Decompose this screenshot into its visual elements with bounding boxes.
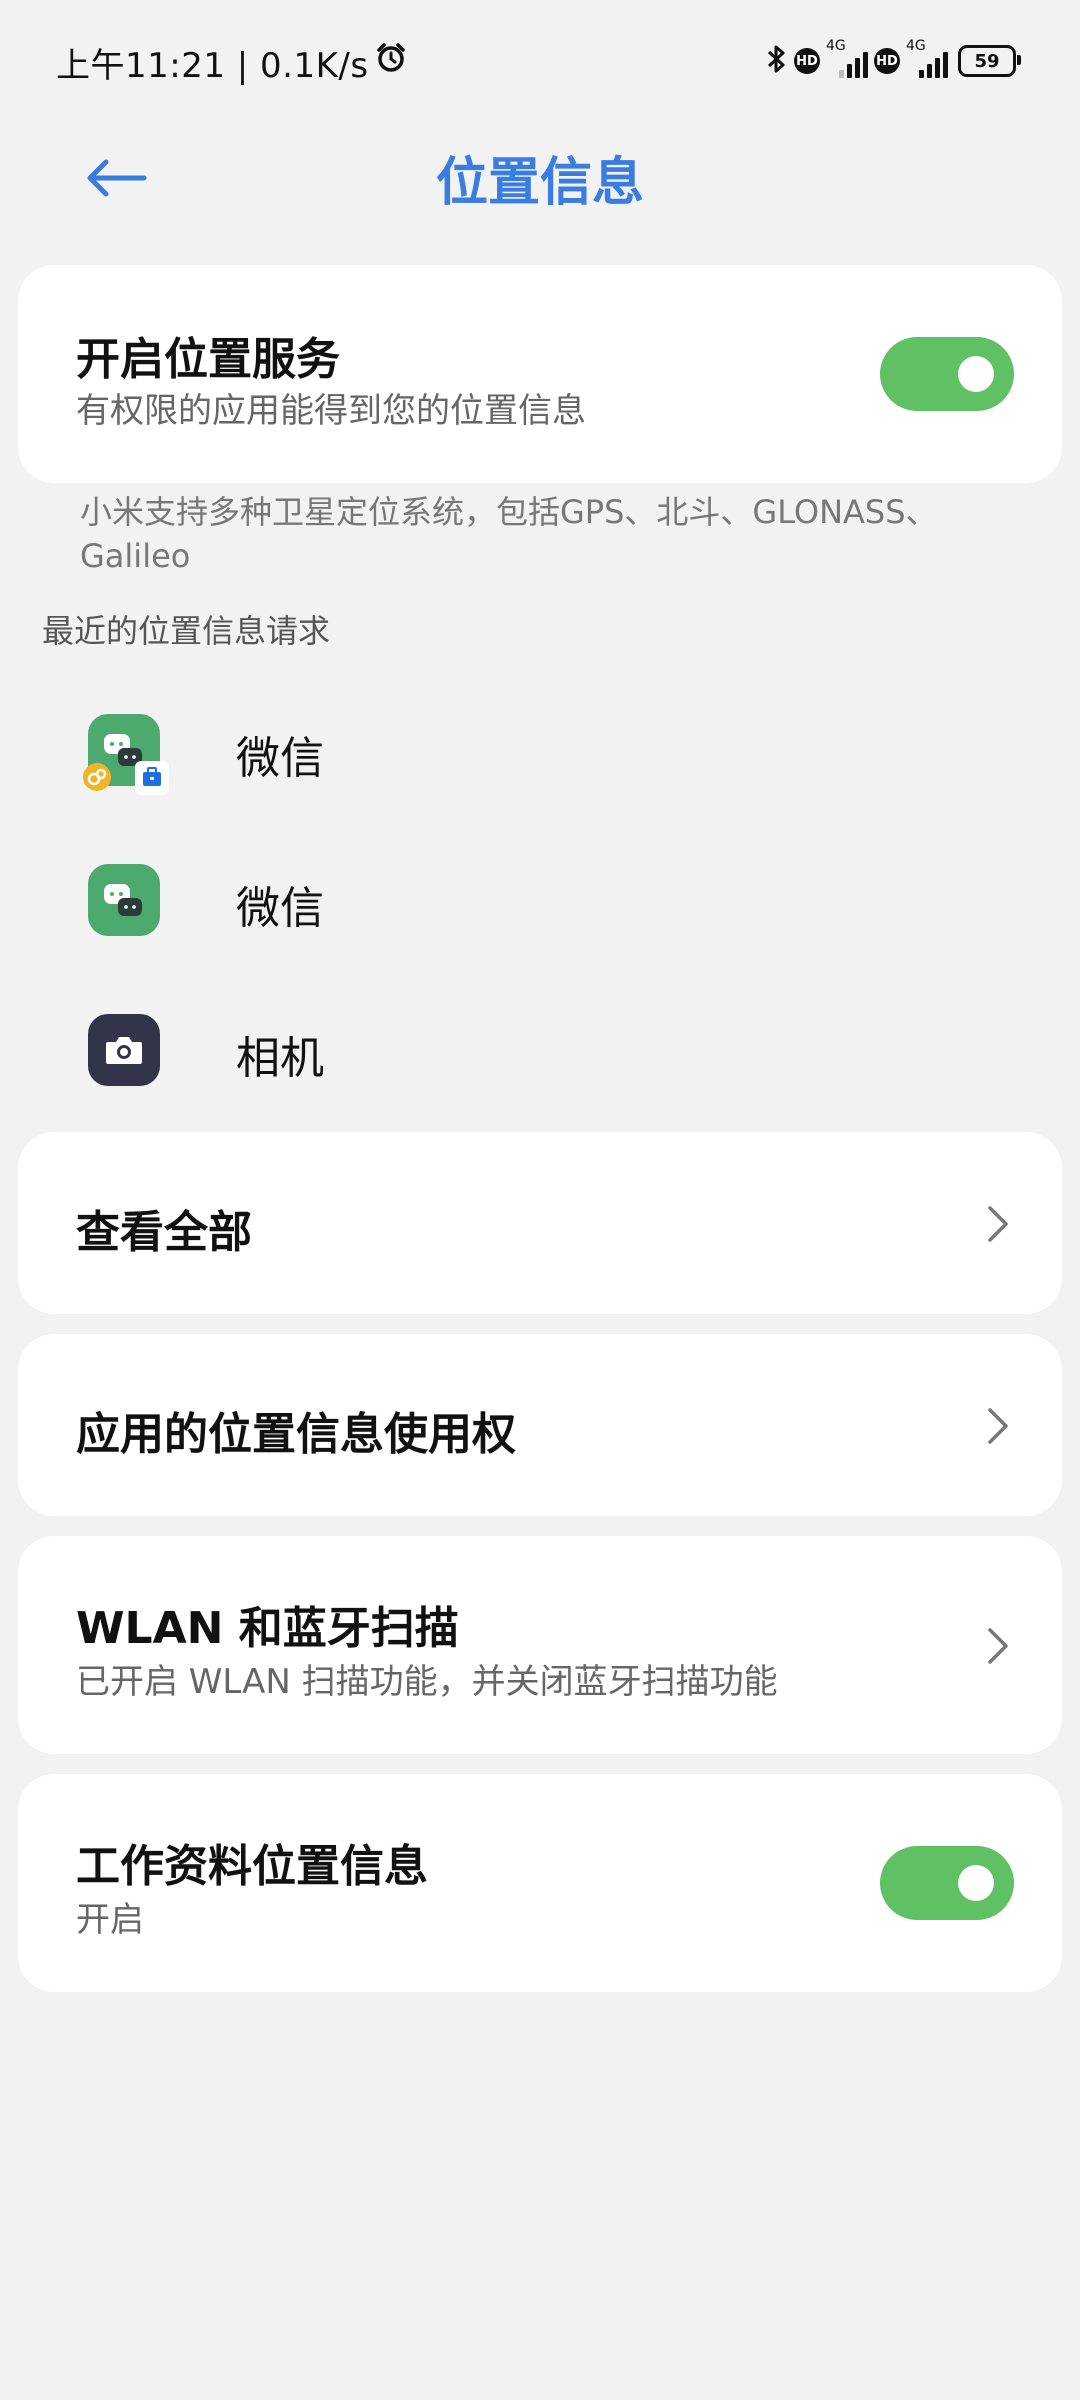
recent-requests-label: 最近的位置信息请求 [42, 612, 331, 650]
page-title: 位置信息 [435, 153, 644, 213]
work-profile-location-subtitle: 开启 [76, 1900, 144, 1940]
recent-app-row[interactable]: 相机 [0, 976, 1080, 1126]
wlan-bluetooth-scan-card[interactable]: WLAN 和蓝牙扫描 已开启 WLAN 扫描功能，并关闭蓝牙扫描功能 [18, 1536, 1062, 1754]
recent-app-row[interactable]: 微信 [0, 676, 1080, 826]
recent-app-row[interactable]: 微信 [0, 826, 1080, 976]
signal-4g-icon-1: 4G [826, 38, 868, 78]
alarm-icon [375, 42, 407, 83]
wechat-work-icon [83, 714, 169, 795]
toggle-knob [958, 356, 994, 392]
status-right: HD 4G HD 4G 59 [766, 38, 1021, 78]
location-service-title: 开启位置服务 [76, 334, 340, 385]
work-profile-location-toggle[interactable] [880, 1846, 1014, 1920]
location-service-subtitle: 有权限的应用能得到您的位置信息 [76, 391, 586, 431]
hd-icon: HD [794, 48, 820, 74]
work-profile-location-title: 工作资料位置信息 [76, 1841, 428, 1892]
work-profile-location-card[interactable]: 工作资料位置信息 开启 [18, 1774, 1062, 1992]
location-service-toggle[interactable] [880, 337, 1014, 411]
status-time-speed: 上午11:21 | 0.1K/s [56, 46, 369, 86]
view-all-card[interactable]: 查看全部 [18, 1132, 1062, 1314]
wlan-bluetooth-scan-title: WLAN 和蓝牙扫描 [76, 1603, 459, 1654]
camera-icon [88, 1014, 160, 1086]
view-all-title: 查看全部 [76, 1207, 252, 1258]
status-bar: 上午11:21 | 0.1K/s HD 4G HD 4G 59 [0, 0, 1080, 128]
app-name: 微信 [236, 733, 324, 784]
app-location-permissions-card[interactable]: 应用的位置信息使用权 [18, 1334, 1062, 1516]
hd-icon: HD [874, 48, 900, 74]
wlan-bluetooth-scan-subtitle: 已开启 WLAN 扫描功能，并关闭蓝牙扫描功能 [76, 1662, 778, 1702]
app-name: 微信 [236, 883, 324, 934]
chevron-right-icon [988, 1408, 1008, 1444]
status-left: 上午11:21 | 0.1K/s [56, 38, 407, 87]
app-name: 相机 [236, 1033, 324, 1084]
chevron-right-icon [988, 1206, 1008, 1242]
location-service-card[interactable]: 开启位置服务 有权限的应用能得到您的位置信息 [18, 265, 1062, 483]
bluetooth-icon [766, 44, 788, 78]
battery-icon: 59 [958, 45, 1021, 77]
toggle-knob [958, 1865, 994, 1901]
app-location-permissions-title: 应用的位置信息使用权 [76, 1409, 516, 1460]
header: 位置信息 [0, 128, 1080, 224]
chevron-right-icon [988, 1628, 1008, 1664]
gnss-note: 小米支持多种卫星定位系统，包括GPS、北斗、GLONASS、Galileo [80, 493, 938, 575]
signal-4g-icon-2: 4G [906, 38, 948, 78]
wechat-icon [88, 864, 160, 936]
